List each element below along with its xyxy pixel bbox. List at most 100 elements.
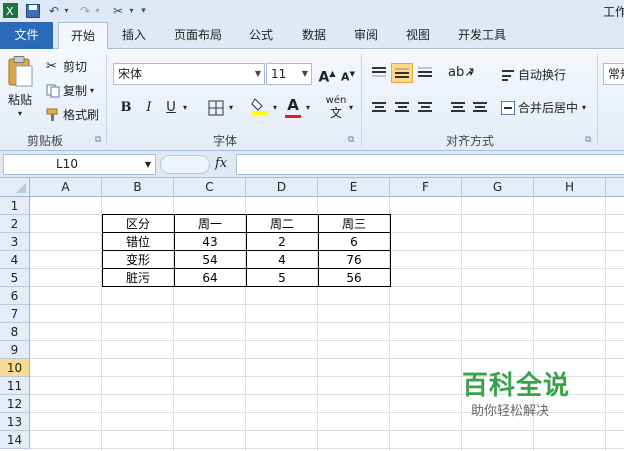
row-header-7[interactable]: 7 xyxy=(0,305,30,323)
excel-logo-icon: X xyxy=(2,2,18,19)
underline-button[interactable]: U xyxy=(160,97,182,119)
borders-dropdown-icon[interactable]: ▾ xyxy=(226,97,236,119)
align-right-button[interactable] xyxy=(414,97,436,117)
redo-icon[interactable]: ↷ xyxy=(78,2,92,19)
tab-view[interactable]: 视图 xyxy=(396,22,440,49)
column-header-partial[interactable] xyxy=(606,178,624,197)
align-top-button[interactable] xyxy=(368,62,390,82)
italic-button[interactable]: I xyxy=(138,97,160,119)
font-color-button[interactable]: A xyxy=(282,94,304,118)
row-header-3[interactable]: 3 xyxy=(0,233,30,251)
format-painter-button[interactable]: 格式刷 xyxy=(46,106,99,123)
decrease-indent-button[interactable] xyxy=(447,97,469,117)
column-header-h[interactable]: H xyxy=(534,178,606,197)
cut-button[interactable]: ✂ 剪切 xyxy=(46,58,87,75)
row-header-9[interactable]: 9 xyxy=(0,341,30,359)
tab-review[interactable]: 审阅 xyxy=(344,22,388,49)
group-separator xyxy=(597,54,598,146)
copy-dropdown-icon[interactable]: ▾ xyxy=(90,86,94,95)
clipboard-group-label: 剪贴板 xyxy=(26,134,63,148)
merge-dropdown-icon[interactable]: ▾ xyxy=(582,103,586,112)
font-size-select[interactable]: 11 ▼ xyxy=(266,63,312,85)
merge-center-label: 合并后居中 xyxy=(518,101,579,115)
row-header-8[interactable]: 8 xyxy=(0,323,30,341)
row-header-4[interactable]: 4 xyxy=(0,251,30,269)
gridline xyxy=(30,340,624,341)
underline-dropdown-icon[interactable]: ▾ xyxy=(180,97,190,119)
clipboard-launcher-icon[interactable]: ⧉ xyxy=(95,135,101,145)
phonetic-guide-button[interactable]: wén 文 xyxy=(325,95,347,119)
row-header-6[interactable]: 6 xyxy=(0,287,30,305)
phonetic-dropdown-icon[interactable]: ▾ xyxy=(346,97,356,119)
font-name-select[interactable]: 宋体 ▼ xyxy=(113,63,265,85)
tab-developer[interactable]: 开发工具 xyxy=(450,22,514,49)
formula-input[interactable] xyxy=(236,154,624,175)
insert-function-icon[interactable]: fx xyxy=(215,156,227,171)
orientation-dropdown-icon[interactable]: ▾ xyxy=(466,63,476,85)
number-format-value: 常规 xyxy=(608,67,624,81)
undo-dropdown-icon[interactable]: ▾ xyxy=(62,2,71,19)
chevron-down-icon: ▼ xyxy=(301,69,308,78)
tab-data[interactable]: 数据 xyxy=(292,22,336,49)
number-format-select[interactable]: 常规 xyxy=(603,63,624,85)
select-all-corner[interactable] xyxy=(0,178,30,197)
row-header-11[interactable]: 11 xyxy=(0,377,30,395)
tab-formulas[interactable]: 公式 xyxy=(240,22,282,49)
tab-file[interactable]: 文件 xyxy=(0,22,53,49)
row-header-13[interactable]: 13 xyxy=(0,413,30,431)
paste-dropdown-icon[interactable]: ▾ xyxy=(18,109,22,118)
column-header-f[interactable]: F xyxy=(390,178,462,197)
merge-center-button[interactable]: 合并后居中 ▾ xyxy=(501,99,586,116)
align-bottom-button[interactable] xyxy=(414,62,436,82)
increase-indent-button[interactable] xyxy=(469,97,491,117)
tab-page-layout[interactable]: 页面布局 xyxy=(166,22,230,49)
name-box-value: L10 xyxy=(56,157,78,171)
row-header-12[interactable]: 12 xyxy=(0,395,30,413)
wrap-text-button[interactable]: 自动换行 xyxy=(501,66,566,83)
table-border-line xyxy=(103,232,390,233)
redo-dropdown-icon[interactable]: ▾ xyxy=(93,2,102,19)
column-header-e[interactable]: E xyxy=(318,178,390,197)
grow-font-button[interactable]: A▲ xyxy=(316,63,338,86)
tab-home[interactable]: 开始 xyxy=(58,22,108,50)
column-header-d[interactable]: D xyxy=(246,178,318,197)
font-launcher-icon[interactable]: ⧉ xyxy=(348,135,354,145)
formula-bar-splitter[interactable] xyxy=(160,155,210,174)
shrink-font-button[interactable]: A▼ xyxy=(337,63,359,85)
row-header-14[interactable]: 14 xyxy=(0,431,30,449)
alignment-launcher-icon[interactable]: ⧉ xyxy=(585,135,591,145)
row-header-2[interactable]: 2 xyxy=(0,215,30,233)
customize-qat-icon[interactable]: ▾ xyxy=(139,2,148,19)
fill-color-button[interactable] xyxy=(249,95,271,117)
ribbon-home: 粘贴 ▾ ✂ 剪切 复制 ▾ 格式刷 剪贴板 ⧉ 宋体 ▼ 11 ▼ A▲ A▼ B … xyxy=(0,49,624,151)
font-color-dropdown-icon[interactable]: ▾ xyxy=(303,97,313,119)
bold-button[interactable]: B xyxy=(115,97,137,119)
row-header-10[interactable]: 10 xyxy=(0,359,30,377)
row-header-1[interactable]: 1 xyxy=(0,197,30,215)
align-middle-button[interactable] xyxy=(391,63,413,83)
wrap-text-label: 自动换行 xyxy=(518,68,567,82)
undo-icon[interactable]: ↶ xyxy=(47,2,61,19)
watermark-logo: 百科全说 助你轻松解决 xyxy=(447,355,597,423)
column-header-a[interactable]: A xyxy=(30,178,102,197)
fill-color-dropdown-icon[interactable]: ▾ xyxy=(270,97,280,119)
borders-button[interactable] xyxy=(205,97,227,119)
column-header-b[interactable]: B xyxy=(102,178,174,197)
tab-insert[interactable]: 插入 xyxy=(113,22,155,49)
watermark-title: 百科全说 xyxy=(462,371,571,401)
font-color-icon: A xyxy=(287,96,299,114)
copy-button[interactable]: 复制 ▾ xyxy=(46,82,94,99)
tool-dropdown-icon[interactable]: ▾ xyxy=(127,2,136,19)
phonetic-pinyin: wén xyxy=(325,95,347,106)
name-box[interactable]: L10 ▼ xyxy=(3,154,156,175)
paste-icon[interactable] xyxy=(6,55,36,89)
customize-tool-icon[interactable]: ✂ xyxy=(110,2,126,19)
column-header-g[interactable]: G xyxy=(462,178,534,197)
align-left-button[interactable] xyxy=(368,97,390,117)
align-center-button[interactable] xyxy=(391,97,413,117)
save-icon[interactable] xyxy=(24,2,41,19)
paste-button[interactable]: 粘贴 xyxy=(8,91,32,108)
alignment-group-label: 对齐方式 xyxy=(445,134,494,148)
column-header-c[interactable]: C xyxy=(174,178,246,197)
row-header-5[interactable]: 5 xyxy=(0,269,30,287)
